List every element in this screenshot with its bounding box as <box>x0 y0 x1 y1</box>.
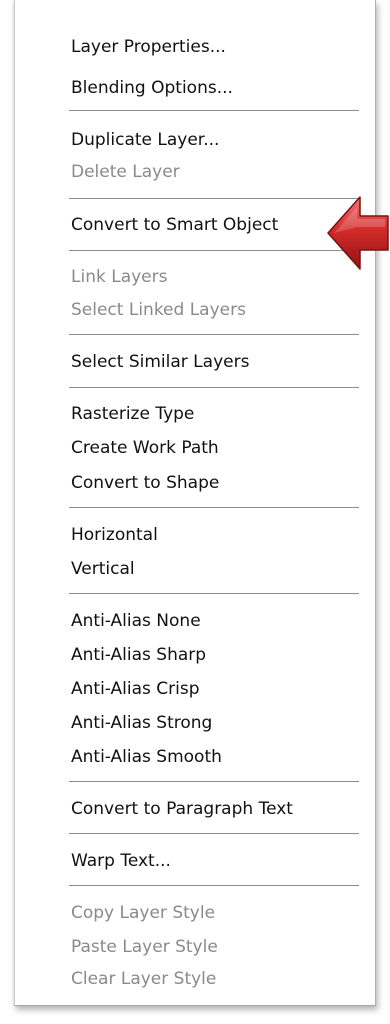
menu-item-anti-alias-strong[interactable]: Anti-Alias Strong <box>71 712 212 734</box>
red-arrow-icon <box>327 196 389 270</box>
menu-item-delete-layer[interactable]: Delete Layer <box>71 161 180 183</box>
menu-item-layer-properties[interactable]: Layer Properties... <box>71 36 226 58</box>
menu-separator <box>69 507 359 509</box>
menu-item-horizontal[interactable]: Horizontal <box>71 524 158 546</box>
menu-item-anti-alias-sharp[interactable]: Anti-Alias Sharp <box>71 644 206 666</box>
menu-separator <box>69 833 359 835</box>
menu-separator <box>69 198 359 200</box>
menu-separator <box>69 781 359 783</box>
menu-item-blending-options[interactable]: Blending Options... <box>71 77 233 99</box>
menu-separator <box>69 593 359 595</box>
layer-context-menu: Layer Properties... Blending Options... … <box>15 0 375 1005</box>
menu-separator <box>69 110 359 112</box>
context-menu-panel: Layer Properties... Blending Options... … <box>14 0 376 1006</box>
menu-separator <box>69 387 359 389</box>
menu-separator <box>69 250 359 252</box>
menu-item-clear-layer-style[interactable]: Clear Layer Style <box>71 968 216 990</box>
menu-item-paste-layer-style[interactable]: Paste Layer Style <box>71 936 218 958</box>
menu-separator <box>69 334 359 336</box>
menu-item-select-linked-layers[interactable]: Select Linked Layers <box>71 299 246 321</box>
menu-item-duplicate-layer[interactable]: Duplicate Layer... <box>71 129 219 151</box>
menu-item-convert-to-smart-object[interactable]: Convert to Smart Object <box>71 214 278 236</box>
menu-item-select-similar-layers[interactable]: Select Similar Layers <box>71 351 249 373</box>
menu-separator <box>69 885 359 887</box>
menu-item-copy-layer-style[interactable]: Copy Layer Style <box>71 902 215 924</box>
menu-item-anti-alias-none[interactable]: Anti-Alias None <box>71 610 201 632</box>
menu-item-convert-to-paragraph-text[interactable]: Convert to Paragraph Text <box>71 798 293 820</box>
menu-item-anti-alias-crisp[interactable]: Anti-Alias Crisp <box>71 678 200 700</box>
menu-item-link-layers[interactable]: Link Layers <box>71 266 167 288</box>
menu-item-anti-alias-smooth[interactable]: Anti-Alias Smooth <box>71 746 222 768</box>
menu-item-convert-to-shape[interactable]: Convert to Shape <box>71 472 219 494</box>
menu-item-vertical[interactable]: Vertical <box>71 558 135 580</box>
menu-item-warp-text[interactable]: Warp Text... <box>71 850 171 872</box>
menu-item-create-work-path[interactable]: Create Work Path <box>71 437 219 459</box>
menu-item-rasterize-type[interactable]: Rasterize Type <box>71 403 194 425</box>
